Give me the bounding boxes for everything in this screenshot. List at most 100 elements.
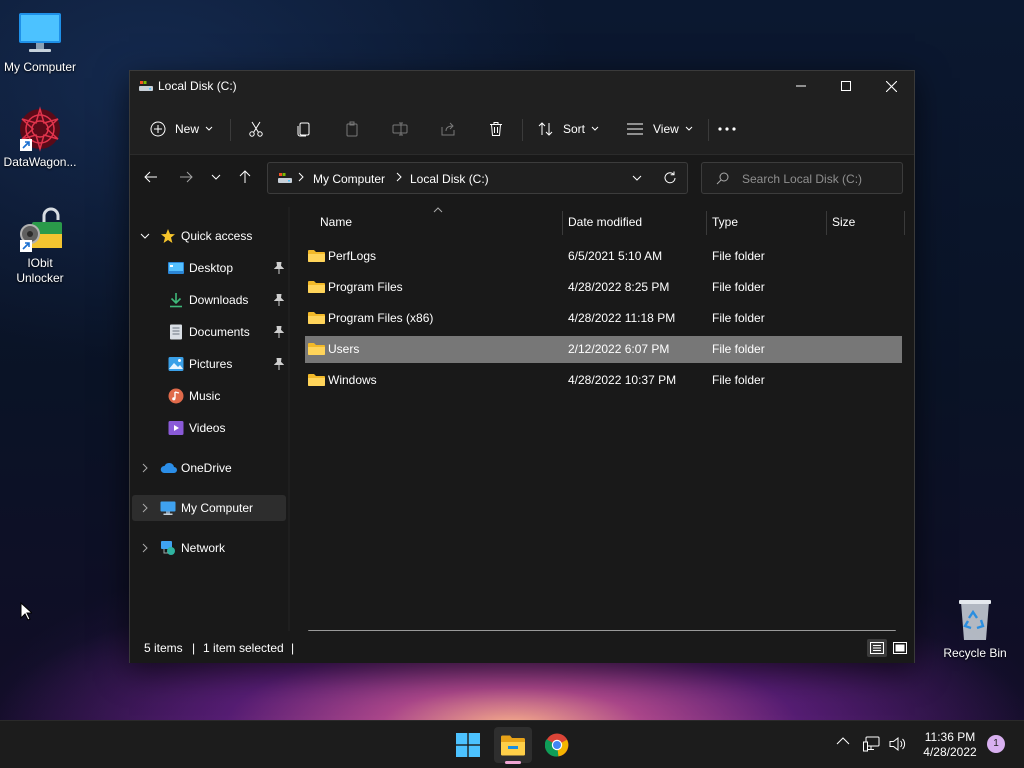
clock-time: 11:36 PM bbox=[924, 730, 976, 744]
file-name: Users bbox=[328, 342, 360, 356]
sidebar-item-my-computer[interactable]: My Computer bbox=[132, 495, 286, 521]
sidebar-item-desktop[interactable]: Desktop bbox=[132, 255, 286, 281]
sidebar-item-network[interactable]: Network bbox=[132, 535, 286, 561]
delete-button[interactable] bbox=[488, 113, 504, 145]
datawagon-icon bbox=[16, 105, 64, 153]
pin-icon[interactable] bbox=[274, 326, 284, 338]
file-explorer-window: Local Disk (C:) New Sort View My Compute… bbox=[129, 70, 915, 663]
toolbar-separator bbox=[230, 119, 231, 141]
column-header-size[interactable]: Size bbox=[832, 207, 855, 237]
share-button[interactable] bbox=[440, 113, 456, 145]
column-header-name[interactable]: Name bbox=[320, 207, 352, 237]
download-arrow-icon bbox=[168, 292, 184, 308]
pin-icon[interactable] bbox=[274, 294, 284, 306]
sidebar-item-downloads[interactable]: Downloads bbox=[132, 287, 286, 313]
desktop-icon-label: IObit Unlocker bbox=[16, 256, 64, 285]
desktop-icon-datawagon[interactable]: DataWagon... bbox=[0, 105, 80, 170]
taskbar-chrome[interactable] bbox=[538, 727, 576, 763]
desktop-icon-my-computer[interactable]: My Computer bbox=[0, 10, 80, 75]
column-separator[interactable] bbox=[706, 211, 707, 235]
pin-icon[interactable] bbox=[274, 262, 284, 274]
file-row[interactable]: Windows 4/28/2022 10:37 PM File folder bbox=[305, 367, 902, 394]
sort-arrows-icon bbox=[538, 121, 554, 137]
sidebar-item-videos[interactable]: Videos bbox=[132, 415, 286, 441]
volume-icon[interactable] bbox=[889, 736, 907, 752]
details-view-button[interactable] bbox=[867, 639, 887, 657]
notification-badge[interactable]: 1 bbox=[987, 735, 1005, 753]
desktop-folder-icon bbox=[168, 260, 184, 276]
column-separator[interactable] bbox=[826, 211, 827, 235]
file-explorer-icon bbox=[501, 734, 525, 756]
clipboard-icon bbox=[344, 121, 360, 137]
address-bar[interactable]: My Computer Local Disk (C:) bbox=[267, 162, 688, 194]
rename-icon bbox=[392, 121, 408, 137]
address-history-dropdown[interactable] bbox=[632, 175, 642, 181]
sidebar-item-pictures[interactable]: Pictures bbox=[132, 351, 286, 377]
column-separator[interactable] bbox=[904, 211, 905, 235]
taskbar-file-explorer[interactable] bbox=[494, 727, 532, 763]
more-options-button[interactable] bbox=[718, 113, 736, 145]
network-status-icon[interactable] bbox=[863, 736, 881, 752]
search-box[interactable]: Search Local Disk (C:) bbox=[701, 162, 903, 194]
sidebar-item-documents[interactable]: Documents bbox=[132, 319, 286, 345]
minimize-button[interactable] bbox=[778, 71, 824, 101]
large-icons-view-button[interactable] bbox=[890, 639, 910, 657]
copy-icon bbox=[296, 121, 312, 137]
file-row[interactable]: Program Files 4/28/2022 8:25 PM File fol… bbox=[305, 274, 902, 301]
sort-button[interactable]: Sort bbox=[538, 113, 599, 145]
sidebar-item-music[interactable]: Music bbox=[132, 383, 286, 409]
new-button[interactable]: New bbox=[150, 113, 213, 145]
up-button[interactable] bbox=[233, 165, 257, 189]
show-hidden-icons-button[interactable] bbox=[836, 736, 850, 746]
video-icon bbox=[168, 420, 184, 436]
file-row[interactable]: PerfLogs 6/5/2021 5:10 AM File folder bbox=[305, 243, 902, 270]
breadcrumb-my-computer[interactable]: My Computer bbox=[313, 172, 385, 186]
chevron-down-icon bbox=[140, 233, 150, 239]
sidebar-item-label: Videos bbox=[189, 421, 226, 435]
rename-button[interactable] bbox=[392, 113, 408, 145]
view-button[interactable]: View bbox=[626, 113, 693, 145]
file-type: File folder bbox=[712, 342, 765, 356]
column-separator[interactable] bbox=[562, 211, 563, 235]
recent-locations-button[interactable] bbox=[204, 165, 228, 189]
drive-icon bbox=[138, 79, 154, 93]
navigation-bar: My Computer Local Disk (C:) Search Local… bbox=[130, 155, 914, 199]
refresh-button[interactable] bbox=[663, 171, 677, 185]
chrome-icon bbox=[545, 733, 569, 757]
network-icon bbox=[160, 540, 176, 556]
file-name: Windows bbox=[328, 373, 377, 387]
pin-icon[interactable] bbox=[274, 358, 284, 370]
breadcrumb-local-disk[interactable]: Local Disk (C:) bbox=[410, 172, 489, 186]
active-app-indicator bbox=[505, 761, 521, 764]
forward-button[interactable] bbox=[174, 165, 198, 189]
sidebar-item-label: Quick access bbox=[181, 229, 253, 243]
sidebar-item-quick-access[interactable]: Quick access bbox=[132, 223, 286, 249]
title-bar[interactable]: Local Disk (C:) bbox=[130, 71, 914, 103]
clock-date: 4/28/2022 bbox=[923, 745, 977, 759]
desktop-icon-recycle-bin[interactable]: Recycle Bin bbox=[935, 596, 1015, 661]
file-row[interactable]: Program Files (x86) 4/28/2022 11:18 PM F… bbox=[305, 305, 902, 332]
cut-button[interactable] bbox=[248, 113, 264, 145]
start-button[interactable] bbox=[449, 727, 487, 763]
arrow-left-icon bbox=[144, 171, 158, 183]
copy-button[interactable] bbox=[296, 113, 312, 145]
share-icon bbox=[440, 121, 456, 137]
maximize-button[interactable] bbox=[823, 71, 869, 101]
desktop-icon-iobit-unlocker[interactable]: IObit Unlocker bbox=[0, 206, 80, 286]
column-header-type[interactable]: Type bbox=[712, 207, 738, 237]
trash-icon bbox=[488, 121, 504, 137]
file-name: Program Files (x86) bbox=[328, 311, 434, 325]
sidebar-item-label: Documents bbox=[189, 325, 250, 339]
sidebar-item-onedrive[interactable]: OneDrive bbox=[132, 455, 286, 481]
file-row-selected[interactable]: Users 2/12/2022 6:07 PM File folder bbox=[305, 336, 902, 363]
back-button[interactable] bbox=[139, 165, 163, 189]
clock[interactable]: 11:36 PM 4/28/2022 bbox=[914, 730, 986, 760]
mouse-cursor bbox=[20, 602, 32, 621]
file-date: 4/28/2022 11:18 PM bbox=[568, 311, 676, 325]
sidebar-item-label: My Computer bbox=[181, 501, 254, 515]
desktop-icon-label: Recycle Bin bbox=[943, 646, 1007, 660]
paste-button[interactable] bbox=[344, 113, 360, 145]
desktop-icon-label: My Computer bbox=[3, 60, 77, 74]
close-button[interactable] bbox=[868, 71, 914, 101]
column-header-date-modified[interactable]: Date modified bbox=[568, 207, 642, 237]
